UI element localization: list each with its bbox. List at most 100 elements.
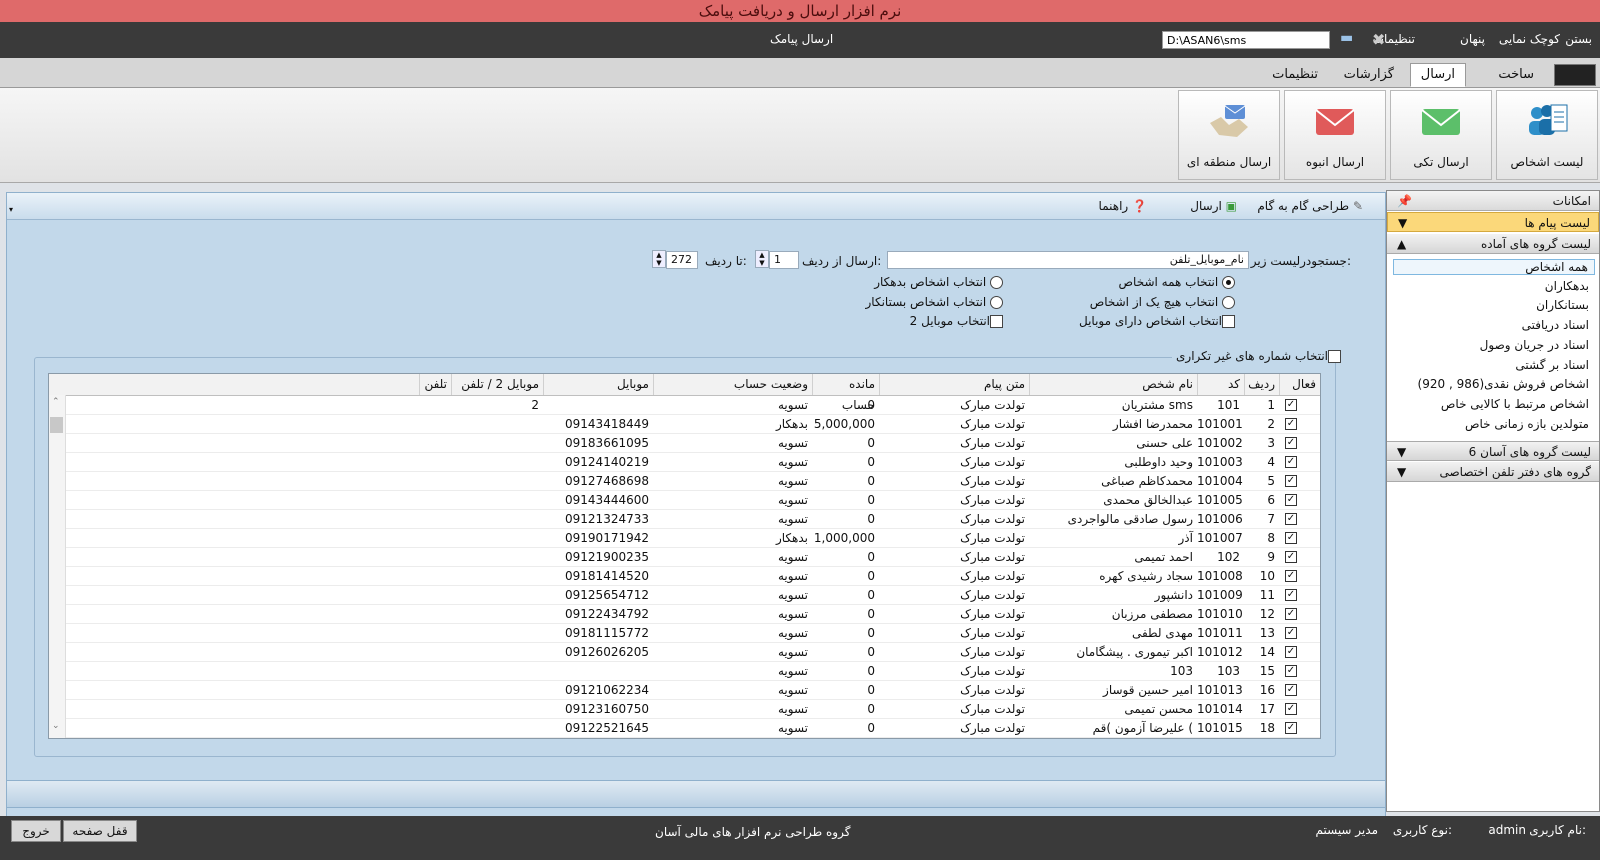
tab-send[interactable]: ارسال <box>1409 63 1466 87</box>
scroll-up-icon[interactable]: ⌃ <box>52 397 60 407</box>
table-row[interactable]: ✓ 15 103 103 تولدت مبارک 0 تسویه <box>49 662 1320 681</box>
group-item[interactable]: اشخاص مرتبط با کالایی خاص <box>1441 397 1589 411</box>
collapse-icon[interactable]: ▾ <box>9 205 13 214</box>
active-checkbox[interactable]: ✓ <box>1285 570 1297 582</box>
tools-icon[interactable]: ✖ <box>1372 30 1385 49</box>
close-menu[interactable]: بستن <box>1565 32 1592 46</box>
search-input[interactable]: نام_موبایل_تلفن <box>887 251 1249 269</box>
header-mobile[interactable]: موبایل <box>543 374 653 395</box>
group-item[interactable]: اسناد بر گشتی <box>1515 358 1589 372</box>
ready-groups-header[interactable]: لیست گروه های آماده ▲ <box>1387 234 1599 254</box>
pin-icon[interactable]: 📌 <box>1397 191 1412 211</box>
help-button[interactable]: راهنما ❓ <box>1099 199 1147 213</box>
active-checkbox[interactable]: ✓ <box>1285 665 1297 677</box>
to-row-spinner[interactable]: ▲ ▼ <box>652 250 666 268</box>
table-row[interactable]: ✓ 13 101011 مهدی لطفی تولدت مبارک 0 تسویه 09181… <box>49 624 1320 643</box>
grid-scrollbar[interactable]: ⌃ ⌄ <box>49 395 66 738</box>
active-checkbox[interactable]: ✓ <box>1285 475 1297 487</box>
header-message[interactable]: متن پیام <box>879 374 1029 395</box>
active-checkbox[interactable]: ✓ <box>1285 532 1297 544</box>
table-row[interactable]: ✓ 1 101 مشتریان sms تولدت مبارک 0 تسویه <box>49 396 1320 415</box>
table-row[interactable]: ✓ 5 101004 محمدکاظم صباغی تولدت مبارک 0 تسویه 0… <box>49 472 1320 491</box>
active-checkbox[interactable]: ✓ <box>1285 399 1297 411</box>
scroll-thumb[interactable] <box>50 417 63 433</box>
header-code[interactable]: کد <box>1197 374 1244 395</box>
active-checkbox[interactable]: ✓ <box>1285 437 1297 449</box>
active-checkbox[interactable]: ✓ <box>1285 627 1297 639</box>
header-mobile2[interactable]: موبایل 2 / تلفن 2 <box>451 374 543 412</box>
select-all-radio[interactable] <box>1222 276 1235 289</box>
active-checkbox[interactable]: ✓ <box>1285 513 1297 525</box>
to-row-input[interactable]: 272 <box>666 251 698 269</box>
phonebook-groups-header[interactable]: گروه های دفتر تلفن اختصاصی ▼ <box>1387 462 1599 482</box>
select-debtors-option[interactable]: انتخاب اشخاص بدهکار <box>874 275 1003 289</box>
asan-groups-header[interactable]: لیست گروه های آسان 6 ▼ <box>1387 441 1599 461</box>
table-row[interactable]: ✓ 8 101007 آذر تولدت مبارک 1,000,000 بدهکار 091… <box>49 529 1320 548</box>
select-mobile2-checkbox[interactable] <box>990 315 1003 328</box>
scroll-down-icon[interactable]: ⌄ <box>52 721 60 731</box>
group-item[interactable]: متولدین بازه زمانی خاص <box>1465 417 1589 431</box>
unique-numbers-checkbox[interactable] <box>1328 350 1341 363</box>
group-item[interactable]: همه اشخاص <box>1393 259 1595 275</box>
exit-button[interactable]: خروج <box>11 820 61 842</box>
minimize-menu[interactable]: کوچک نمایی <box>1499 32 1560 46</box>
active-checkbox[interactable]: ✓ <box>1285 646 1297 658</box>
from-row-spinner[interactable]: ▲ ▼ <box>755 250 769 268</box>
path-input[interactable] <box>1162 31 1330 49</box>
select-all-option[interactable]: انتخاب همه اشخاص <box>1119 275 1235 289</box>
app-menu-icon[interactable] <box>1554 64 1596 86</box>
unique-numbers-option[interactable]: انتخاب شماره های غیر تکراری <box>1172 349 1345 363</box>
table-row[interactable]: ✓ 16 101013 امیر حسین قوساز تولدت مبارک 0 تسوی… <box>49 681 1320 700</box>
active-checkbox[interactable]: ✓ <box>1285 684 1297 696</box>
regional-send-button[interactable]: ارسال منطقه ای <box>1178 90 1280 180</box>
select-mobile2-option[interactable]: انتخاب موبایل 2 <box>910 314 1003 328</box>
tab-build[interactable]: ساخت <box>1488 64 1544 86</box>
header-phone[interactable]: تلفن <box>419 374 451 395</box>
table-row[interactable]: ✓ 3 101002 علی حسنی تولدت مبارک 0 تسویه 0918366… <box>49 434 1320 453</box>
table-row[interactable]: ✓ 2 101001 محمدرضا افشار تولدت مبارک 5,000,00… <box>49 415 1320 434</box>
tab-settings[interactable]: تنظیمات <box>1262 64 1328 86</box>
active-checkbox[interactable]: ✓ <box>1285 608 1297 620</box>
active-checkbox[interactable]: ✓ <box>1285 418 1297 430</box>
single-send-button[interactable]: ارسال تکی <box>1390 90 1492 180</box>
table-row[interactable]: ✓ 7 101006 رسول صادقی مالواجردی تولدت مبارک 0… <box>49 510 1320 529</box>
from-row-input[interactable]: 1 <box>769 251 799 269</box>
person-list-button[interactable]: لیست اشخاص <box>1496 90 1598 180</box>
wizard-button[interactable]: طراحی گام به گام ✎ <box>1257 199 1363 213</box>
active-checkbox[interactable]: ✓ <box>1285 494 1297 506</box>
send-button[interactable]: ارسال ▣ <box>1190 199 1237 213</box>
select-debtors-radio[interactable] <box>990 276 1003 289</box>
folder-icon[interactable]: ▬ <box>1340 30 1353 46</box>
group-item[interactable]: اسناد دریافتی <box>1522 318 1589 332</box>
tab-reports[interactable]: گزارشات <box>1334 64 1404 86</box>
header-name[interactable]: نام شخص <box>1029 374 1197 395</box>
active-checkbox[interactable]: ✓ <box>1285 456 1297 468</box>
message-list-header[interactable]: لیست پیام ها ▼ <box>1387 212 1599 232</box>
table-row[interactable]: ✓ 14 101012 اکبر تیموری . پیشگامان تولدت مبا… <box>49 643 1320 662</box>
table-row[interactable]: ✓ 9 102 احمد تمیمی تولدت مبارک 0 تسویه 09121900… <box>49 548 1320 567</box>
active-checkbox[interactable]: ✓ <box>1285 589 1297 601</box>
select-creditors-option[interactable]: انتخاب اشخاص بستانکار <box>866 295 1003 309</box>
table-row[interactable]: ✓ 11 101009 دانشپور تولدت مبارک 0 تسویه 0912565… <box>49 586 1320 605</box>
header-row[interactable]: ردیف <box>1244 374 1279 395</box>
select-creditors-radio[interactable] <box>990 296 1003 309</box>
bulk-send-button[interactable]: ارسال انبوه <box>1284 90 1386 180</box>
table-row[interactable]: ✓ 12 101010 مصطفی مرزبان تولدت مبارک 0 تسویه 09… <box>49 605 1320 624</box>
header-active[interactable]: فعال <box>1279 374 1320 395</box>
hide-menu[interactable]: پنهان <box>1460 32 1485 46</box>
group-item[interactable]: بستانکاران <box>1536 298 1589 312</box>
lock-page-button[interactable]: قفل صفحه <box>63 820 137 842</box>
active-checkbox[interactable]: ✓ <box>1285 703 1297 715</box>
select-with-mobile-option[interactable]: انتخاب اشخاص دارای موبایل <box>1079 314 1235 328</box>
group-item[interactable]: اسناد در جریان وصول <box>1480 338 1589 352</box>
header-balance[interactable]: مانده حساب <box>812 374 879 412</box>
select-with-mobile-checkbox[interactable] <box>1222 315 1235 328</box>
table-row[interactable]: ✓ 18 101015 علیرضا آزمون )قم (تولدت مبارک 0 ت… <box>49 719 1320 738</box>
header-status[interactable]: وضعیت حساب <box>653 374 812 395</box>
group-item[interactable]: بدهکاران <box>1545 279 1589 293</box>
table-row[interactable]: ✓ 10 101008 سجاد رشیدی کهره تولدت مبارک 0 تسوی… <box>49 567 1320 586</box>
group-item[interactable]: اشخاص فروش نقدی(986 , 920) <box>1418 377 1589 391</box>
table-row[interactable]: ✓ 17 101014 محسن تمیمی تولدت مبارک 0 تسویه 0912… <box>49 700 1320 719</box>
select-none-option[interactable]: انتخاب هیچ یک از اشخاص <box>1090 295 1235 309</box>
select-none-radio[interactable] <box>1222 296 1235 309</box>
